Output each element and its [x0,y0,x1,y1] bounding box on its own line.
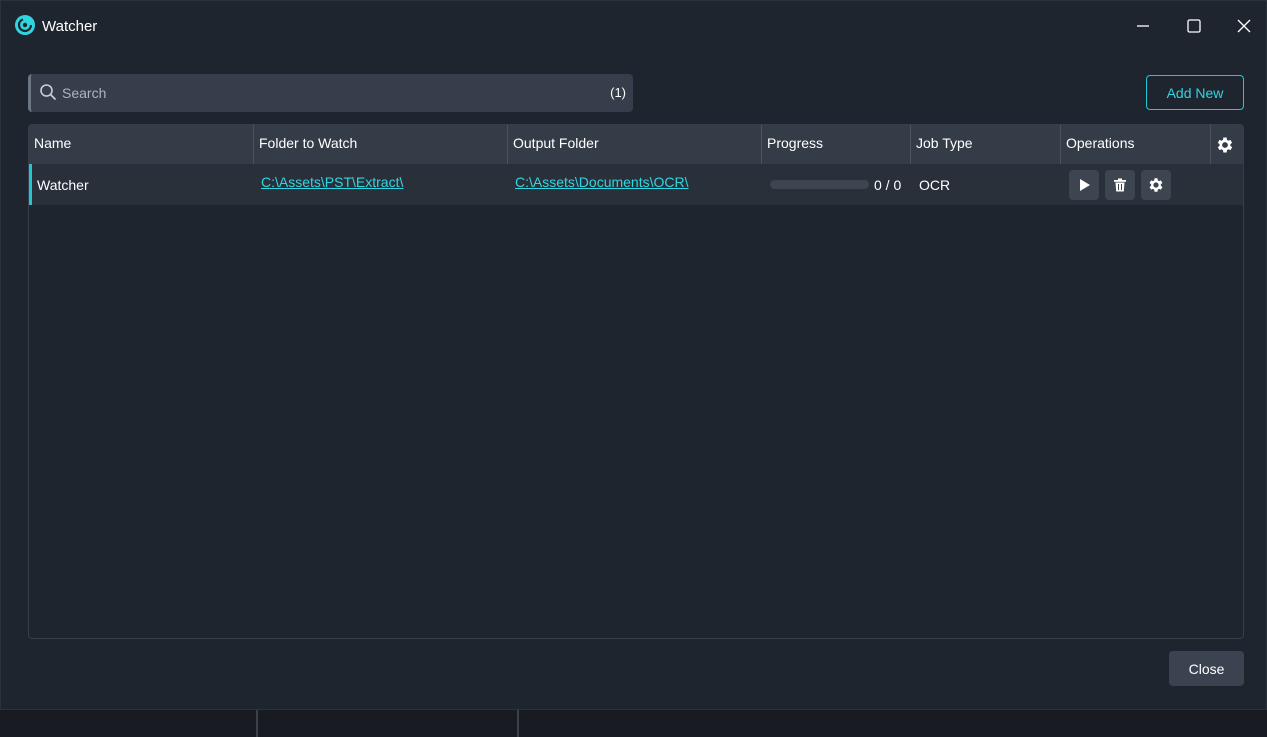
row-name: Watcher [37,177,89,193]
start-button[interactable] [1069,170,1099,200]
output-folder-link[interactable]: C:\Assets\Documents\OCR\ [515,164,689,205]
add-new-button[interactable]: Add New [1146,75,1244,110]
column-header-job-type[interactable]: Job Type [911,125,1061,164]
trash-icon [1114,178,1126,192]
gear-icon [1217,137,1233,153]
column-header-name[interactable]: Name [29,125,254,164]
search-icon [39,83,57,104]
watcher-table: Name Folder to Watch Output Folder Progr… [28,124,1244,639]
search-input[interactable] [62,74,602,112]
minimize-button[interactable] [1123,11,1163,41]
close-icon [1237,19,1251,33]
watcher-window: Watcher (1) Add New Name Folder to Watch… [0,0,1267,710]
column-settings-button[interactable] [1215,135,1235,158]
table-header: Name Folder to Watch Output Folder Progr… [29,125,1243,164]
close-button[interactable]: Close [1169,651,1244,686]
search-result-count: (1) [610,85,626,100]
job-type: OCR [919,177,951,193]
column-header-operations[interactable]: Operations [1061,125,1211,164]
table-row[interactable]: Watcher C:\Assets\PST\Extract\ C:\Assets… [29,164,1243,205]
row-settings-button[interactable] [1141,170,1171,200]
strip-divider [517,710,519,737]
column-header-progress[interactable]: Progress [762,125,911,164]
watcher-logo-icon [15,15,35,35]
column-header-folder-to-watch[interactable]: Folder to Watch [254,125,508,164]
gear-icon [1149,178,1163,192]
window-close-button[interactable] [1224,11,1264,41]
background-strip [0,710,1267,737]
progress-text: 0 / 0 [874,177,902,193]
play-icon [1080,179,1090,191]
progress-bar [770,180,869,189]
maximize-icon [1187,19,1201,33]
column-header-output-folder[interactable]: Output Folder [508,125,762,164]
window-title: Watcher [42,18,98,35]
title-bar[interactable]: Watcher [1,1,1266,51]
folder-to-watch-link[interactable]: C:\Assets\PST\Extract\ [261,164,403,205]
search-box[interactable]: (1) [28,74,633,112]
maximize-button[interactable] [1174,11,1214,41]
minimize-icon [1137,25,1149,27]
strip-divider [256,710,258,737]
delete-button[interactable] [1105,170,1135,200]
